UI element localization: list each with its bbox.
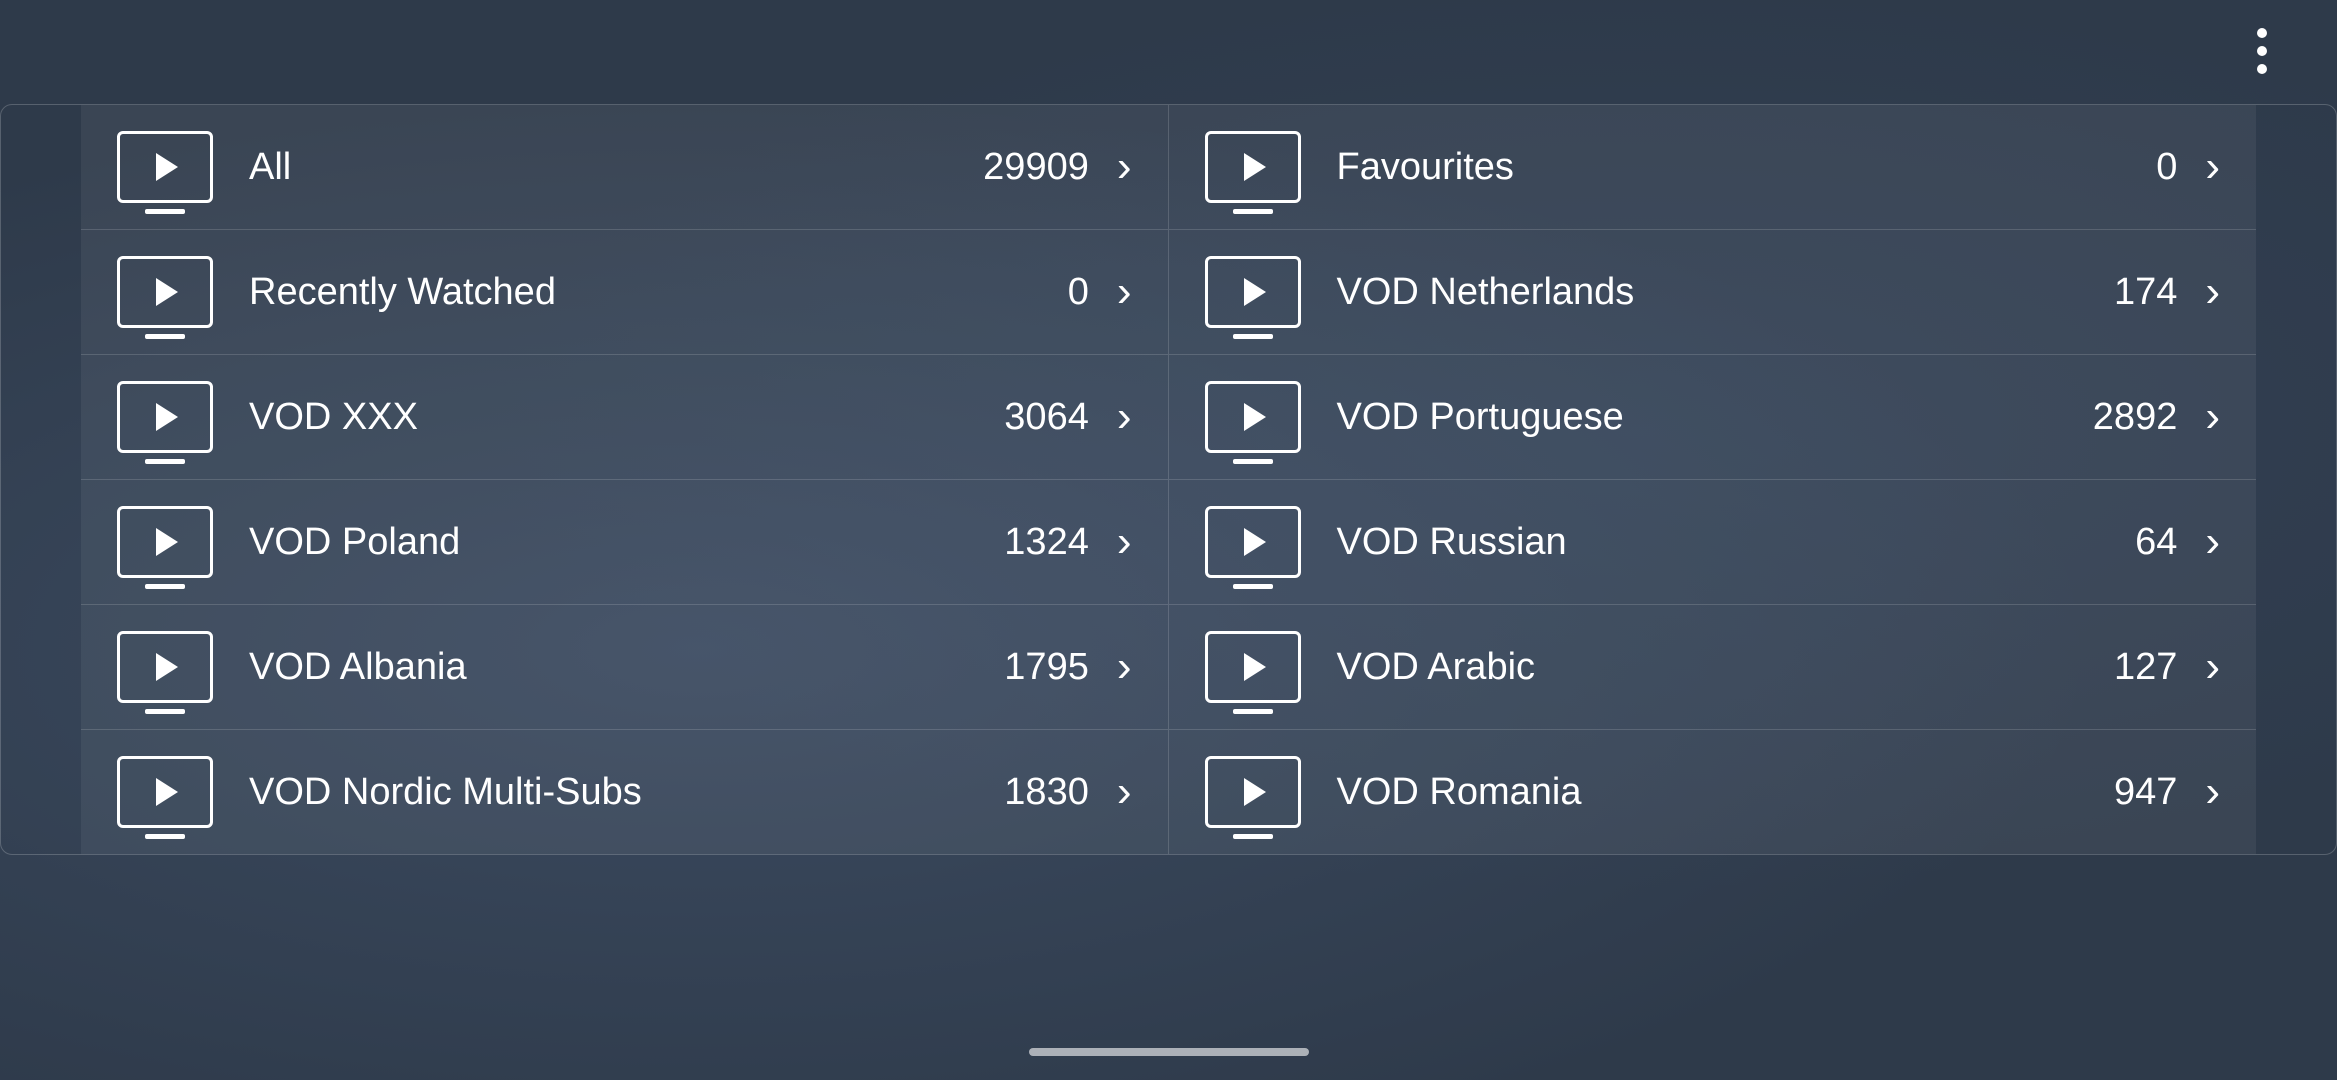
play-icon [156, 653, 178, 681]
tv-icon [1205, 131, 1301, 203]
category-item-vod-russian[interactable]: VOD Russian 64 › [1169, 480, 2257, 605]
header [0, 0, 2337, 94]
chevron-right-icon: › [1117, 520, 1132, 564]
category-item-all[interactable]: All 29909 › [81, 105, 1169, 230]
category-label: VOD Romania [1337, 771, 2114, 814]
category-label: VOD Nordic Multi-Subs [249, 771, 1004, 814]
category-item-vod-arabic[interactable]: VOD Arabic 127 › [1169, 605, 2257, 730]
category-label: VOD Portuguese [1337, 396, 2093, 439]
category-label: VOD XXX [249, 396, 1004, 439]
category-item-vod-romania[interactable]: VOD Romania 947 › [1169, 730, 2257, 854]
category-item-vod-netherlands[interactable]: VOD Netherlands 174 › [1169, 230, 2257, 355]
tv-icon [117, 631, 213, 703]
category-count: 2892 [2093, 396, 2178, 439]
tv-icon [1205, 756, 1301, 828]
page-container: All 29909 › Favourites 0 › Recently Watc… [0, 0, 2337, 1080]
dot-3 [2257, 64, 2267, 74]
play-icon [1244, 778, 1266, 806]
dot-1 [2257, 28, 2267, 38]
category-label: VOD Albania [249, 646, 1004, 689]
chevron-right-icon: › [2205, 270, 2220, 314]
chevron-right-icon: › [1117, 645, 1132, 689]
chevron-right-icon: › [2205, 770, 2220, 814]
category-item-favourites[interactable]: Favourites 0 › [1169, 105, 2257, 230]
play-icon [1244, 653, 1266, 681]
chevron-right-icon: › [2205, 395, 2220, 439]
tv-icon [1205, 256, 1301, 328]
category-count: 127 [2114, 646, 2177, 689]
category-label: VOD Netherlands [1337, 271, 2114, 314]
category-item-vod-portuguese[interactable]: VOD Portuguese 2892 › [1169, 355, 2257, 480]
category-item-vod-albania[interactable]: VOD Albania 1795 › [81, 605, 1169, 730]
chevron-right-icon: › [2205, 145, 2220, 189]
tv-icon [117, 131, 213, 203]
category-label: VOD Russian [1337, 521, 2136, 564]
play-icon [156, 528, 178, 556]
category-count: 0 [1068, 271, 1089, 314]
chevron-right-icon: › [1117, 145, 1132, 189]
category-count: 174 [2114, 271, 2177, 314]
category-label: Favourites [1337, 146, 2157, 189]
dot-2 [2257, 46, 2267, 56]
category-label: VOD Poland [249, 521, 1004, 564]
play-icon [1244, 153, 1266, 181]
category-item-vod-nordic[interactable]: VOD Nordic Multi-Subs 1830 › [81, 730, 1169, 854]
chevron-right-icon: › [2205, 520, 2220, 564]
category-label: VOD Arabic [1337, 646, 2114, 689]
play-icon [1244, 278, 1266, 306]
category-count: 1830 [1004, 771, 1089, 814]
category-label: All [249, 146, 983, 189]
category-count: 29909 [983, 146, 1089, 189]
category-count: 64 [2135, 521, 2177, 564]
tv-icon [117, 756, 213, 828]
tv-icon [117, 506, 213, 578]
categories-grid: All 29909 › Favourites 0 › Recently Watc… [0, 104, 2337, 855]
category-item-recently-watched[interactable]: Recently Watched 0 › [81, 230, 1169, 355]
bottom-indicator [1029, 1048, 1309, 1056]
category-count: 3064 [1004, 396, 1089, 439]
category-item-vod-xxx[interactable]: VOD XXX 3064 › [81, 355, 1169, 480]
category-label: Recently Watched [249, 271, 1068, 314]
play-icon [156, 403, 178, 431]
tv-icon [1205, 506, 1301, 578]
play-icon [156, 278, 178, 306]
play-icon [156, 778, 178, 806]
tv-icon [1205, 631, 1301, 703]
tv-icon [117, 381, 213, 453]
play-icon [1244, 403, 1266, 431]
category-count: 1795 [1004, 646, 1089, 689]
chevron-right-icon: › [2205, 645, 2220, 689]
chevron-right-icon: › [1117, 270, 1132, 314]
tv-icon [117, 256, 213, 328]
chevron-right-icon: › [1117, 395, 1132, 439]
more-menu-button[interactable] [2247, 28, 2277, 74]
category-item-vod-poland[interactable]: VOD Poland 1324 › [81, 480, 1169, 605]
category-count: 947 [2114, 771, 2177, 814]
tv-icon [1205, 381, 1301, 453]
category-count: 1324 [1004, 521, 1089, 564]
category-count: 0 [2156, 146, 2177, 189]
play-icon [1244, 528, 1266, 556]
chevron-right-icon: › [1117, 770, 1132, 814]
play-icon [156, 153, 178, 181]
